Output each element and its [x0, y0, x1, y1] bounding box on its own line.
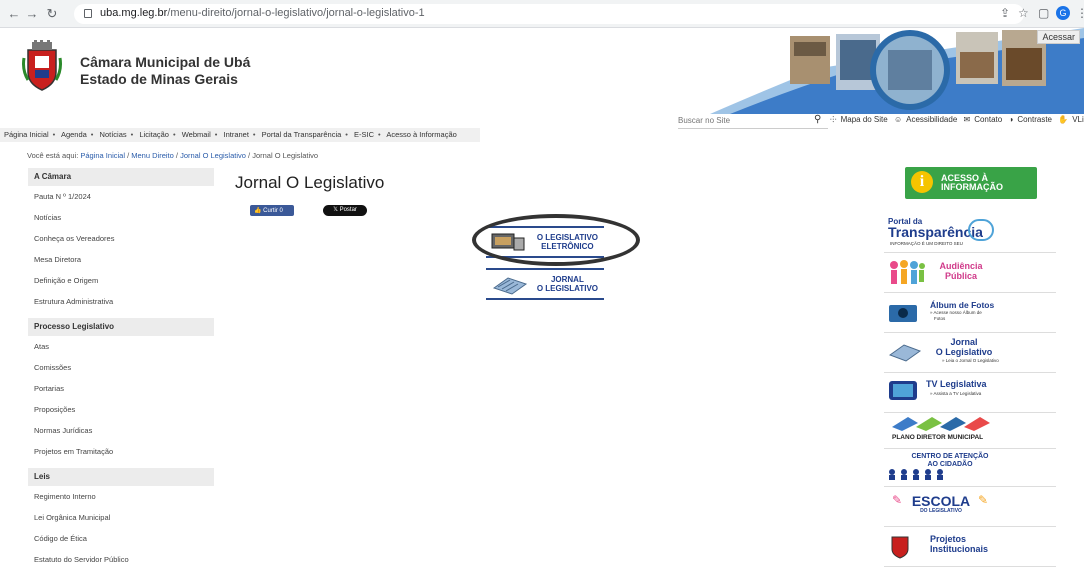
acesso-informacao-banner[interactable]: i ACESSO À INFORMAÇÃO [905, 167, 1037, 199]
sidebar-item-pauta[interactable]: Pauta N º 1/2024 [28, 186, 214, 207]
header-banner: Acessar [710, 28, 1084, 114]
crumb-home[interactable]: Página Inicial [80, 151, 125, 160]
forward-icon[interactable]: → [24, 6, 40, 22]
pencils-icon: ✎ [892, 493, 903, 507]
newspaper-icon [888, 344, 922, 362]
vlibras-icon: ✋ [1058, 115, 1069, 124]
share-icon[interactable]: ⇪ [1000, 6, 1010, 20]
breadcrumb: Você está aqui: Página Inicial / Menu Di… [27, 151, 319, 160]
nav-pagina-inicial[interactable]: Página Inicial [4, 130, 49, 139]
sidebar-item-proposicoes[interactable]: Proposições [28, 399, 214, 420]
audiencia-publica-banner[interactable]: Audiência Pública [884, 255, 1056, 293]
sidebar-section-leis: Leis [28, 468, 214, 486]
tile-jornal-legislativo[interactable]: JORNAL O LEGISLATIVO [486, 268, 604, 300]
sidebar-section-processo: Processo Legislativo [28, 318, 214, 336]
highlight-ellipse [472, 214, 640, 266]
sidebar-item-comissoes[interactable]: Comissões [28, 357, 214, 378]
reload-icon[interactable]: ↻ [44, 6, 60, 22]
sidebar-item-atas[interactable]: Atas [28, 336, 214, 357]
info-icon: i [911, 171, 933, 193]
centro-atencao-banner[interactable]: CENTRO DE ATENÇÃO AO CIDADÃO [884, 451, 1056, 487]
sidebar-item-noticias[interactable]: Notícias [28, 207, 214, 228]
crumb-menu-direito[interactable]: Menu Direito [131, 151, 174, 160]
portal-transparencia-banner[interactable]: Portal da Transparência INFORMAÇÃO É UM … [884, 213, 1056, 253]
sidebar-item-definicao[interactable]: Definição e Origem [28, 270, 214, 291]
pencils-icon: ✎ [978, 493, 989, 507]
org-name: Câmara Municipal de Ubá [80, 54, 251, 70]
nav-acesso-informacao[interactable]: Acesso à Informação [386, 130, 456, 139]
nav-agenda[interactable]: Agenda [61, 130, 87, 139]
sidebar-item-codigo-etica[interactable]: Código de Ética [28, 528, 214, 549]
sidebar-item-estatuto[interactable]: Estatuto do Servidor Público [28, 549, 214, 569]
people-icon [890, 260, 925, 284]
sidebar-item-estrutura[interactable]: Estrutura Administrativa [28, 291, 214, 312]
sidebar-item-mesa-diretora[interactable]: Mesa Diretora [28, 249, 214, 270]
sitemap-icon: ⸭ [830, 115, 837, 124]
nav-portal-transparencia[interactable]: Portal da Transparência [262, 130, 342, 139]
contrast-icon: ◑ [1008, 115, 1014, 124]
lock-icon [84, 9, 92, 18]
back-icon[interactable]: ← [6, 6, 22, 22]
util-accessibility[interactable]: Acessibilidade [906, 115, 957, 124]
org-subtitle: Estado de Minas Gerais [80, 71, 238, 87]
tv-icon [889, 381, 917, 400]
x-logo-icon: 𝕏 [333, 207, 338, 213]
sidebar-item-portarias[interactable]: Portarias [28, 378, 214, 399]
projetos-institucionais-banner[interactable]: Projetos Institucionais [884, 529, 1056, 567]
star-icon[interactable]: ☆ [1018, 6, 1029, 20]
jornal-legislativo-banner[interactable]: Jornal O Legislativo » Leia o Jornal O L… [884, 335, 1056, 373]
facebook-like-button[interactable]: 👍 Curtir 0 [250, 205, 294, 216]
search-input[interactable] [678, 113, 806, 127]
acessar-button[interactable]: Acessar [1037, 30, 1080, 44]
sidebar-item-lei-organica[interactable]: Lei Orgânica Municipal [28, 507, 214, 528]
sidebar-section-a-camara: A Câmara [28, 168, 214, 186]
album-fotos-banner[interactable]: Álbum de Fotos » Acesse nosso Álbum de F… [884, 295, 1056, 333]
top-navigation: Página Inicial • Agenda • Notícias • Licita… [0, 128, 480, 142]
tile-text: JORNAL O LEGISLATIVO [536, 275, 598, 293]
nav-noticias[interactable]: Notícias [100, 130, 127, 139]
search-icon[interactable]: ⚲ [814, 114, 821, 125]
crumb-jornal[interactable]: Jornal O Legislativo [180, 151, 246, 160]
util-vlibras[interactable]: VLibras [1072, 115, 1084, 124]
thumbs-up-icon: 👍 [254, 208, 262, 214]
util-contact[interactable]: Contato [974, 115, 1002, 124]
profile-avatar[interactable]: G [1056, 6, 1070, 20]
page-title: Jornal O Legislativo [235, 173, 385, 192]
transparencia-logo-icon [968, 219, 994, 241]
crest-icon [891, 536, 909, 559]
menu-icon[interactable]: ⋮ [1076, 6, 1084, 20]
sidebar: A Câmara Pauta N º 1/2024 Notícias Conhe… [28, 168, 214, 569]
tv-legislativa-banner[interactable]: TV Legislativa » Assista a TV Legislativ… [884, 375, 1056, 413]
nav-licitacao[interactable]: Licitação [139, 130, 169, 139]
sidepanel-icon[interactable]: ▢ [1038, 6, 1049, 20]
browser-chrome: ← → ↻ uba.mg.leg.br/menu-direito/jornal-… [0, 0, 1084, 28]
address-bar[interactable]: uba.mg.leg.br/menu-direito/jornal-o-legi… [74, 4, 1024, 24]
crumb-current: Jornal O Legislativo [252, 151, 319, 160]
mail-icon: ✉ [963, 115, 971, 124]
nav-esic[interactable]: E-SIC [354, 130, 374, 139]
escola-legislativo-banner[interactable]: ✎ ESCOLA DO LEGISLATIVO ✎ [884, 489, 1056, 527]
people-icon [889, 469, 943, 480]
util-sitemap[interactable]: Mapa do Site [841, 115, 888, 124]
url-text: uba.mg.leg.br/menu-direito/jornal-o-legi… [100, 7, 425, 19]
utility-links: ⸭ Mapa do Site ☺ Acessibilidade ✉ Contato ◑… [830, 114, 1084, 125]
nav-webmail[interactable]: Webmail [182, 130, 211, 139]
camera-icon [889, 305, 917, 322]
search-box: ⚲ [678, 113, 828, 129]
x-post-button[interactable]: 𝕏 Postar [323, 205, 367, 216]
sidebar-item-projetos[interactable]: Projetos em Tramitação [28, 441, 214, 462]
map-tiles-icon [892, 417, 990, 431]
newspaper-icon [492, 277, 528, 295]
sidebar-item-normas[interactable]: Normas Jurídicas [28, 420, 214, 441]
sidebar-item-regimento[interactable]: Regimento Interno [28, 486, 214, 507]
util-contrast[interactable]: Contraste [1017, 115, 1052, 124]
crest-logo-icon [22, 40, 62, 91]
plano-diretor-banner[interactable]: PLANO DIRETOR MUNICIPAL [884, 413, 1056, 449]
site-header: Câmara Municipal de Ubá Estado de Minas … [0, 28, 1084, 114]
nav-intranet[interactable]: Intranet [223, 130, 248, 139]
accessibility-icon: ☺ [893, 115, 903, 124]
sidebar-item-vereadores[interactable]: Conheça os Vereadores [28, 228, 214, 249]
